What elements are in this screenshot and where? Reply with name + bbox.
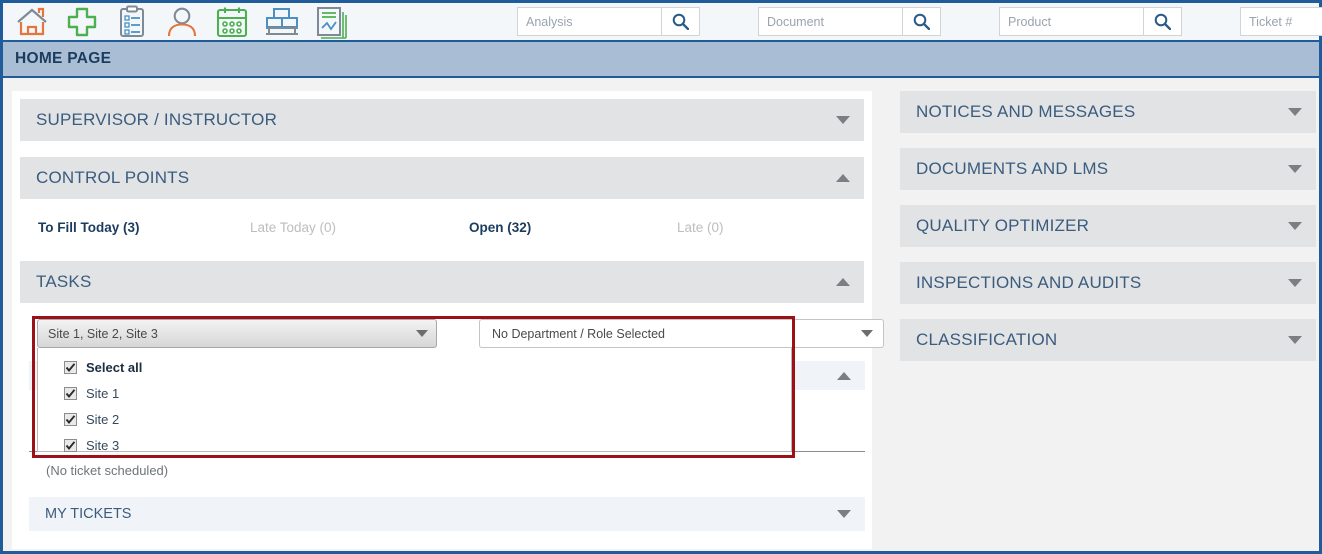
tab-to-fill-today[interactable]: To Fill Today (3) <box>38 220 250 235</box>
top-toolbar <box>3 0 1322 42</box>
application-window: HOME PAGE SUPERVISOR / INSTRUCTOR CONTRO… <box>0 0 1322 554</box>
panel-control-points[interactable]: CONTROL POINTS <box>20 157 864 199</box>
checkbox-checked-icon[interactable] <box>64 412 77 426</box>
clipboard-checklist-icon[interactable] <box>113 5 151 39</box>
search-input-analysis[interactable] <box>517 7 662 36</box>
panel-supervisor-instructor[interactable]: SUPERVISOR / INSTRUCTOR <box>20 99 864 141</box>
panel-inspections-and-audits[interactable]: INSPECTIONS AND AUDITS <box>900 262 1316 304</box>
panel-classification[interactable]: CLASSIFICATION <box>900 319 1316 361</box>
toolbar-icon-group <box>3 5 351 39</box>
panel-title: TASKS <box>36 272 92 291</box>
toolbar-search-zone <box>499 7 1322 36</box>
calendar-icon[interactable] <box>213 5 251 39</box>
panel-notices-and-messages[interactable]: NOTICES AND MESSAGES <box>900 91 1316 133</box>
tab-late-today[interactable]: Late Today (0) <box>250 220 469 235</box>
page-title-bar: HOME PAGE <box>3 42 1319 78</box>
panel-my-tickets[interactable]: MY TICKETS <box>29 497 865 531</box>
panel-documents-and-lms[interactable]: DOCUMENTS AND LMS <box>900 148 1316 190</box>
panel-title: CONTROL POINTS <box>36 168 190 187</box>
control-points-tabs: To Fill Today (3) Late Today (0) Open (3… <box>20 207 864 247</box>
chevron-up-icon[interactable] <box>837 371 851 380</box>
chevron-down-icon[interactable] <box>1288 222 1302 230</box>
search-button-document[interactable] <box>903 7 941 36</box>
panel-title: MY TICKETS <box>45 506 132 522</box>
person-icon[interactable] <box>163 5 201 39</box>
option-site-1[interactable]: Site 1 <box>38 380 791 406</box>
department-role-select[interactable]: No Department / Role Selected <box>479 319 884 348</box>
search-group-analysis <box>517 7 700 36</box>
chevron-down-icon[interactable] <box>1288 165 1302 173</box>
site-select-options-list[interactable]: Select all Site 1 Site 2 Site 3 <box>37 348 792 453</box>
checkbox-checked-icon[interactable] <box>64 360 77 374</box>
search-group-product <box>999 7 1182 36</box>
chevron-up-icon[interactable] <box>836 174 850 182</box>
chevron-down-icon[interactable] <box>1288 108 1302 116</box>
panel-title: QUALITY OPTIMIZER <box>916 216 1090 235</box>
search-icon <box>1154 13 1171 30</box>
panel-title: DOCUMENTS AND LMS <box>916 159 1109 178</box>
option-site-2[interactable]: Site 2 <box>38 406 791 432</box>
site-select-value: Site 1, Site 2, Site 3 <box>48 326 158 341</box>
tab-late[interactable]: Late (0) <box>677 220 724 235</box>
checkbox-checked-icon[interactable] <box>64 438 77 452</box>
option-label: Site 1 <box>86 385 120 401</box>
search-button-analysis[interactable] <box>662 7 700 36</box>
home-icon[interactable] <box>13 5 51 39</box>
tasks-panel-body: (No ticket scheduled) MY TICKETS No Depa… <box>20 311 884 531</box>
page-title: HOME PAGE <box>15 50 112 67</box>
pallet-boxes-icon[interactable] <box>263 5 301 39</box>
chevron-down-icon[interactable] <box>1288 336 1302 344</box>
panel-title: SUPERVISOR / INSTRUCTOR <box>36 110 278 129</box>
chevron-down-icon[interactable] <box>836 116 850 124</box>
chevron-down-icon[interactable] <box>1288 279 1302 287</box>
option-label: Site 3 <box>86 437 120 453</box>
panel-title: INSPECTIONS AND AUDITS <box>916 273 1142 292</box>
chevron-up-icon[interactable] <box>836 278 850 286</box>
search-group-ticket <box>1240 7 1322 36</box>
search-icon <box>672 13 689 30</box>
medical-cross-icon[interactable] <box>63 5 101 39</box>
option-label: Site 2 <box>86 411 120 427</box>
search-button-product[interactable] <box>1144 7 1182 36</box>
panel-quality-optimizer[interactable]: QUALITY OPTIMIZER <box>900 205 1316 247</box>
no-ticket-scheduled-text: (No ticket scheduled) <box>46 463 169 478</box>
tab-open[interactable]: Open (32) <box>469 220 677 235</box>
search-input-product[interactable] <box>999 7 1144 36</box>
option-site-3[interactable]: Site 3 <box>38 432 791 458</box>
report-chart-icon[interactable] <box>313 5 351 39</box>
chevron-down-icon[interactable] <box>416 330 428 337</box>
search-input-document[interactable] <box>758 7 903 36</box>
panel-tasks[interactable]: TASKS <box>20 261 864 303</box>
department-role-value: No Department / Role Selected <box>492 326 666 341</box>
option-label: Select all <box>86 359 143 375</box>
checkbox-checked-icon[interactable] <box>64 386 77 400</box>
chevron-down-icon[interactable] <box>837 510 851 518</box>
panel-title: NOTICES AND MESSAGES <box>916 102 1136 121</box>
site-select[interactable]: Site 1, Site 2, Site 3 <box>37 319 437 348</box>
left-column: SUPERVISOR / INSTRUCTOR CONTROL POINTS T… <box>12 91 884 549</box>
search-input-ticket[interactable] <box>1240 7 1322 36</box>
panel-title: CLASSIFICATION <box>916 330 1058 349</box>
content-area: SUPERVISOR / INSTRUCTOR CONTROL POINTS T… <box>3 80 1319 549</box>
search-group-document <box>758 7 941 36</box>
right-column: NOTICES AND MESSAGES DOCUMENTS AND LMS Q… <box>900 91 1316 377</box>
option-select-all[interactable]: Select all <box>38 354 791 380</box>
search-icon <box>913 13 930 30</box>
chevron-down-icon[interactable] <box>861 330 873 337</box>
